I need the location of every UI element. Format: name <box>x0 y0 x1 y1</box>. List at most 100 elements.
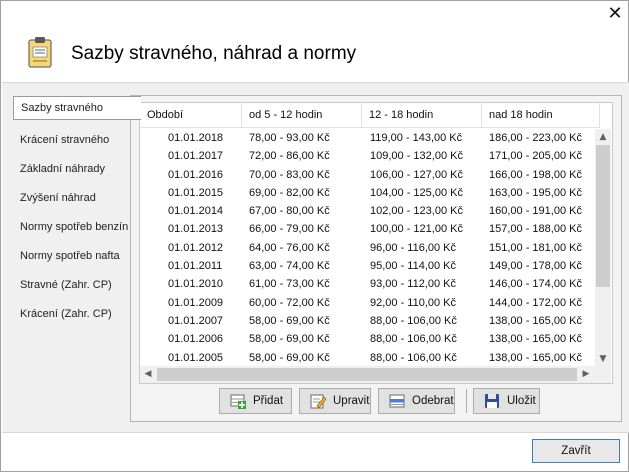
save-button[interactable]: Uložit <box>473 388 540 414</box>
column-header-nad-18[interactable]: nad 18 hodin <box>482 103 600 127</box>
cell-12-18: 106,00 - 127,00 Kč <box>370 168 463 181</box>
rates-table[interactable]: Období od 5 - 12 hodin 12 - 18 hodin nad… <box>139 102 613 384</box>
cell-obdobi: 01.01.2011 <box>168 260 223 273</box>
cell-obdobi: 01.01.2015 <box>168 186 224 199</box>
table-row[interactable]: 01.01.2009 60,00 - 72,00 Kč 92,00 - 110,00… <box>140 294 594 312</box>
cell-obdobi: 01.01.2012 <box>168 241 224 254</box>
scroll-corner <box>595 366 611 383</box>
cell-nad-18: 163,00 - 195,00 Kč <box>489 186 582 199</box>
cell-obdobi: 01.01.2007 <box>168 314 224 327</box>
sidebar-item-zvyseni-nahrad[interactable]: Zvýšení náhrad <box>13 184 133 213</box>
cell-obdobi: 01.01.2006 <box>168 333 224 346</box>
scroll-down-icon[interactable]: ▼ <box>595 351 611 367</box>
sidebar-item-stravne-zahr[interactable]: Stravné (Zahr. CP) <box>13 271 133 300</box>
cell-nad-18: 144,00 - 172,00 Kč <box>489 296 582 309</box>
dialog-window: ✕ Sazby stravného, náhrad a normy Sazby … <box>0 0 629 472</box>
table-row[interactable]: 01.01.2016 70,00 - 83,00 Kč 106,00 - 127,0… <box>140 166 594 184</box>
cell-nad-18: 166,00 - 198,00 Kč <box>489 168 582 181</box>
scroll-up-icon[interactable]: ▲ <box>595 129 611 145</box>
cell-obdobi: 01.01.2010 <box>168 278 224 291</box>
save-button-label: Uložit <box>507 395 536 407</box>
cell-5-12: 72,00 - 86,00 Kč <box>249 150 330 163</box>
cell-12-18: 93,00 - 112,00 Kč <box>370 278 457 291</box>
cell-12-18: 96,00 - 116,00 Kč <box>370 241 457 254</box>
cell-obdobi: 01.01.2009 <box>168 296 224 309</box>
column-header-12-18[interactable]: 12 - 18 hodin <box>362 103 482 127</box>
content-area: Sazby stravného Krácení stravného Základ… <box>2 82 629 433</box>
table-body: 01.01.2018 78,00 - 93,00 Kč 119,00 - 143,0… <box>140 129 594 367</box>
vertical-scroll-thumb[interactable] <box>596 145 610 287</box>
cell-obdobi: 01.01.2018 <box>168 132 224 144</box>
cell-nad-18: 149,00 - 178,00 Kč <box>489 260 582 273</box>
cell-nad-18: 186,00 - 223,00 Kč <box>489 132 582 144</box>
edit-icon <box>310 394 327 409</box>
add-button[interactable]: Přidat <box>219 388 292 414</box>
table-row[interactable]: 01.01.2011 63,00 - 74,00 Kč 95,00 - 114,00… <box>140 257 594 275</box>
cell-obdobi: 01.01.2013 <box>168 223 224 236</box>
remove-button-label: Odebrat <box>412 395 454 407</box>
dialog-title: Sazby stravného, náhrad a normy <box>71 43 357 64</box>
cell-5-12: 63,00 - 74,00 Kč <box>249 260 330 273</box>
edit-button[interactable]: Upravit <box>299 388 371 414</box>
cell-12-18: 92,00 - 110,00 Kč <box>370 296 457 309</box>
cell-obdobi: 01.01.2005 <box>168 351 224 364</box>
table-row[interactable]: 01.01.2017 72,00 - 86,00 Kč 109,00 - 132,0… <box>140 147 594 165</box>
cell-obdobi: 01.01.2017 <box>168 150 224 163</box>
cell-5-12: 78,00 - 93,00 Kč <box>249 132 330 144</box>
cell-12-18: 88,00 - 106,00 Kč <box>370 333 457 346</box>
cell-5-12: 67,00 - 80,00 Kč <box>249 205 330 218</box>
column-header-obdobi[interactable]: Období <box>140 103 242 127</box>
cell-obdobi: 01.01.2014 <box>168 205 224 218</box>
horizontal-scroll-thumb[interactable] <box>157 368 577 381</box>
cell-nad-18: 138,00 - 165,00 Kč <box>489 351 582 364</box>
sidebar: Sazby stravného Krácení stravného Základ… <box>13 95 141 329</box>
edit-button-label: Upravit <box>333 395 370 407</box>
table-row[interactable]: 01.01.2005 58,00 - 69,00 Kč 88,00 - 106,00… <box>140 349 594 367</box>
remove-row-icon <box>389 394 405 408</box>
cell-nad-18: 151,00 - 181,00 Kč <box>489 241 582 254</box>
sidebar-item-kraceni-zahr[interactable]: Krácení (Zahr. CP) <box>13 300 133 329</box>
cell-5-12: 60,00 - 72,00 Kč <box>249 296 330 309</box>
sidebar-item-kraceni-stravneho[interactable]: Krácení stravného <box>13 126 133 155</box>
sidebar-item-normy-benzin[interactable]: Normy spotřeb benzín <box>13 213 133 242</box>
scroll-right-icon[interactable]: ▶ <box>578 366 594 382</box>
table-row[interactable]: 01.01.2007 58,00 - 69,00 Kč 88,00 - 106,00… <box>140 312 594 330</box>
scroll-left-icon[interactable]: ◀ <box>140 366 156 382</box>
vertical-scrollbar[interactable]: ▲ ▼ <box>595 129 611 367</box>
table-header: Období od 5 - 12 hodin 12 - 18 hodin nad… <box>140 103 600 128</box>
cell-nad-18: 157,00 - 188,00 Kč <box>489 223 582 236</box>
sidebar-item-sazby-stravneho[interactable]: Sazby stravného <box>13 96 141 120</box>
close-button[interactable]: Zavřít <box>532 439 620 463</box>
sidebar-item-zakladni-nahrady[interactable]: Základní náhrady <box>13 155 133 184</box>
remove-button[interactable]: Odebrat <box>378 388 455 414</box>
cell-12-18: 119,00 - 143,00 Kč <box>370 132 463 144</box>
table-row[interactable]: 01.01.2015 69,00 - 82,00 Kč 104,00 - 125,0… <box>140 184 594 202</box>
cell-12-18: 109,00 - 132,00 Kč <box>370 150 463 163</box>
table-row[interactable]: 01.01.2013 66,00 - 79,00 Kč 100,00 - 121,0… <box>140 220 594 238</box>
cell-5-12: 61,00 - 73,00 Kč <box>249 278 330 291</box>
cell-12-18: 104,00 - 125,00 Kč <box>370 186 463 199</box>
tab-panel: Období od 5 - 12 hodin 12 - 18 hodin nad… <box>130 95 622 422</box>
table-row[interactable]: 01.01.2006 58,00 - 69,00 Kč 88,00 - 106,00… <box>140 330 594 348</box>
table-row[interactable]: 01.01.2014 67,00 - 80,00 Kč 102,00 - 123,0… <box>140 202 594 220</box>
cell-5-12: 70,00 - 83,00 Kč <box>249 168 330 181</box>
cell-5-12: 58,00 - 69,00 Kč <box>249 333 330 346</box>
table-row[interactable]: 01.01.2010 61,00 - 73,00 Kč 93,00 - 112,00… <box>140 275 594 293</box>
cell-12-18: 88,00 - 106,00 Kč <box>370 351 457 364</box>
column-header-5-12[interactable]: od 5 - 12 hodin <box>242 103 362 127</box>
add-row-icon <box>230 394 246 409</box>
add-button-label: Přidat <box>253 395 284 407</box>
cell-nad-18: 138,00 - 165,00 Kč <box>489 333 582 346</box>
cell-nad-18: 146,00 - 174,00 Kč <box>489 278 582 291</box>
horizontal-scrollbar[interactable]: ◀ ▶ <box>140 366 595 383</box>
cell-5-12: 64,00 - 76,00 Kč <box>249 241 330 254</box>
cell-12-18: 95,00 - 114,00 Kč <box>370 260 457 273</box>
close-icon[interactable]: ✕ <box>605 4 625 24</box>
cell-5-12: 66,00 - 79,00 Kč <box>249 223 330 236</box>
table-row[interactable]: 01.01.2018 78,00 - 93,00 Kč 119,00 - 143,0… <box>140 129 594 147</box>
sidebar-item-normy-nafta[interactable]: Normy spotřeb nafta <box>13 242 133 271</box>
table-row[interactable]: 01.01.2012 64,00 - 76,00 Kč 96,00 - 116,00… <box>140 239 594 257</box>
cell-nad-18: 171,00 - 205,00 Kč <box>489 150 582 163</box>
cell-obdobi: 01.01.2016 <box>168 168 224 181</box>
cell-5-12: 58,00 - 69,00 Kč <box>249 351 330 364</box>
